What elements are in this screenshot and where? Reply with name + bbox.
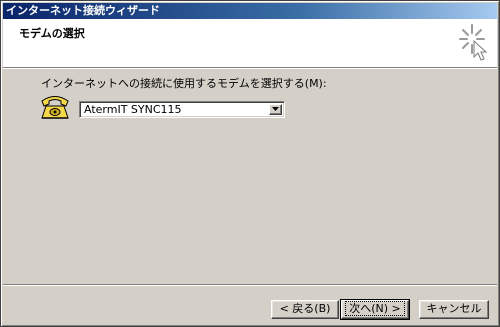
back-button[interactable]: < 戻る(B): [271, 300, 339, 319]
modem-prompt-label: インターネットへの接続に使用するモデムを選択する(M):: [41, 77, 327, 90]
modem-select[interactable]: AtermIT SYNC115: [79, 101, 285, 118]
telephone-icon: [41, 96, 69, 119]
cancel-button-label: キャンセル: [426, 302, 482, 315]
header-divider: [3, 68, 497, 69]
modem-select-value: AtermIT SYNC115: [84, 103, 182, 116]
back-button-label: < 戻る(B): [279, 302, 331, 315]
window-title: インターネット接続ウィザード: [6, 4, 160, 17]
title-bar[interactable]: インターネット接続ウィザード: [3, 3, 497, 19]
wizard-window: インターネット接続ウィザード モデムの選択 インターネットへの接続に使用するモデ…: [0, 0, 500, 327]
next-button-label: 次へ(N) >: [345, 301, 405, 316]
dropdown-button[interactable]: [269, 104, 282, 115]
cancel-button[interactable]: キャンセル: [419, 300, 489, 319]
next-button[interactable]: 次へ(N) >: [340, 299, 410, 320]
footer-divider-highlight: [3, 285, 497, 286]
wizard-sparkle-icon: [459, 24, 488, 61]
wizard-header: モデムの選択: [3, 19, 497, 68]
chevron-down-icon: [272, 107, 279, 111]
page-title: モデムの選択: [19, 27, 85, 40]
